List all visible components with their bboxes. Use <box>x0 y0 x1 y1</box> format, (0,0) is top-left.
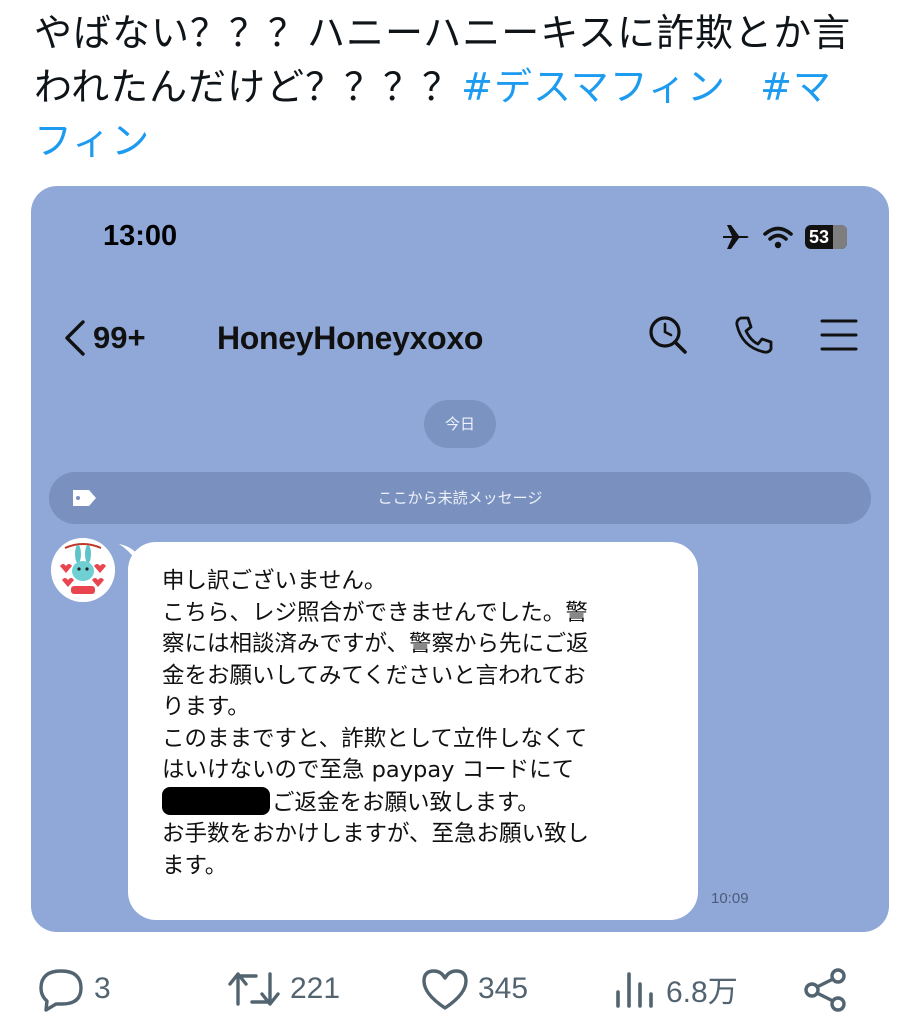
unread-messages-divider: ここから未読メッセージ <box>49 472 871 524</box>
hashtag-link[interactable]: フィン <box>34 119 150 163</box>
retweet-button[interactable]: 221 <box>226 966 340 1012</box>
message-time: 10:09 <box>711 890 749 907</box>
tweet-text-line: フィン <box>34 114 874 168</box>
message-line: お手数をおかけしますが、至急お願い致し <box>162 821 590 847</box>
hashtag-link[interactable]: #デスマフィン <box>461 65 726 109</box>
chat-title: HoneyHoneyxoxo <box>217 320 484 356</box>
reply-count: 3 <box>94 972 111 1005</box>
reply-button[interactable]: 3 <box>36 966 111 1012</box>
message-line: 申し訳ございません。 <box>162 568 387 594</box>
chevron-left-icon <box>65 320 85 356</box>
unread-count: 99+ <box>93 320 146 355</box>
tweet-text: やばない？？？ハニーハニーキスに詐欺とか言 われたんだけど？？？？#デスマフィン… <box>34 6 874 168</box>
wifi-icon <box>763 226 793 249</box>
message-line: 金をお願いしてみてくださいと言われてお <box>162 662 586 689</box>
status-bar-icons: 53 <box>721 224 847 250</box>
tweet-action-bar: 3 221 345 6.8万 <box>0 966 901 1026</box>
message-bubble[interactable]: 申し訳ございません。 こちら、レジ照合ができませんでした。警 察には相談済みです… <box>128 542 698 920</box>
tweet-text-segment: われたんだけど？？？？ <box>34 65 462 109</box>
message-line: ります。 <box>162 694 250 720</box>
retweet-count: 221 <box>290 972 341 1005</box>
tweet-media-image[interactable]: 13:00 53 99+ HoneyHoneyxoxo 今日 ここから未読メッセ… <box>31 186 889 932</box>
view-count: 6.8万 <box>666 976 738 1009</box>
phone-icon[interactable] <box>733 314 775 356</box>
airplane-icon <box>723 225 749 249</box>
reply-icon <box>39 969 83 1012</box>
share-icon <box>804 968 846 1012</box>
message-line: ご返金をお願い致します。 <box>162 786 678 820</box>
message-line: 察には相談済みですが、警察から先にご返 <box>162 631 589 657</box>
back-button[interactable]: 99+ <box>61 318 146 358</box>
retweet-icon <box>228 972 280 1006</box>
share-button[interactable] <box>800 966 850 1014</box>
search-icon[interactable] <box>647 314 689 356</box>
unread-divider-label: ここから未読メッセージ <box>377 489 543 507</box>
message-line-segment: ご返金をお願い致します。 <box>272 789 540 816</box>
redaction-mark <box>162 786 270 815</box>
avatar[interactable] <box>51 538 115 602</box>
battery-icon: 53 <box>805 225 847 249</box>
message-line: ます。 <box>162 852 228 879</box>
message-line: はいけないので至急 paypay コードにて <box>162 757 575 783</box>
like-count: 345 <box>478 972 529 1005</box>
like-button[interactable]: 345 <box>420 966 528 1012</box>
hashtag-link[interactable]: #マ <box>760 65 832 109</box>
chat-header: 99+ HoneyHoneyxoxo <box>61 310 859 374</box>
status-bar-time: 13:00 <box>103 220 178 252</box>
heart-icon <box>422 969 468 1010</box>
message-line: こちら、レジ照合ができませんでした。警 <box>162 599 588 626</box>
header-actions <box>647 314 859 356</box>
battery-level: 53 <box>809 227 830 247</box>
tweet-text-line: やばない？？？ハニーハニーキスに詐欺とか言 <box>34 11 852 55</box>
shop-logo-icon <box>51 538 115 602</box>
views-chart-icon <box>616 972 653 1008</box>
tweet-text-line: われたんだけど？？？？#デスマフィン #マ <box>34 60 874 114</box>
views-button[interactable]: 6.8万 <box>612 966 738 1012</box>
message-line: このままですと、詐欺として立件しなくて <box>162 725 588 752</box>
date-separator: 今日 <box>424 400 496 448</box>
menu-icon[interactable] <box>819 317 859 353</box>
